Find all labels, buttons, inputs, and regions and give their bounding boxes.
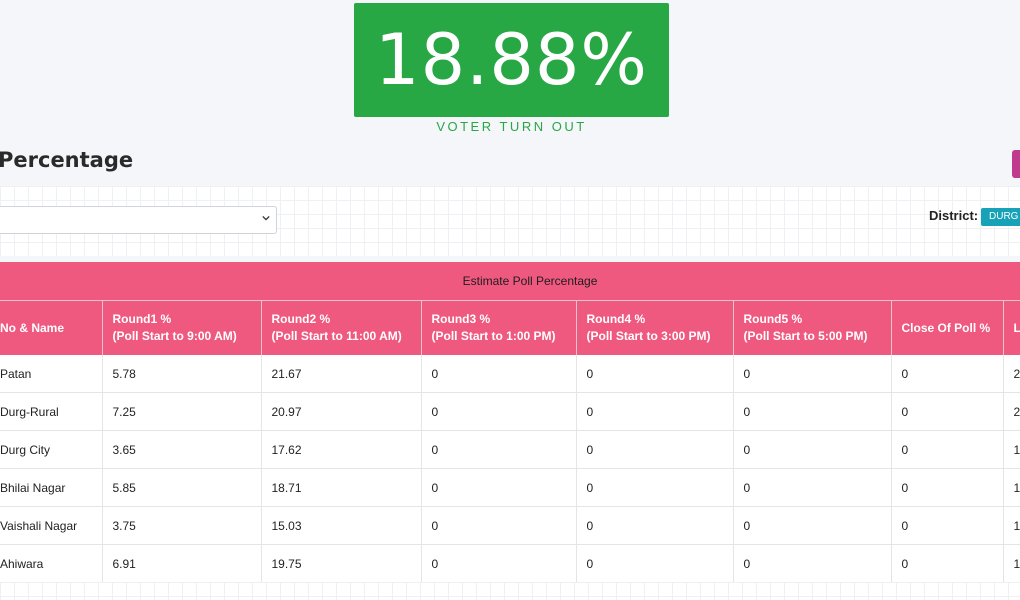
- table-caption: Estimate Poll Percentage: [0, 262, 1020, 301]
- turnout-value: 18.88%: [375, 19, 648, 101]
- district-label: District:: [929, 208, 979, 223]
- column-header-subtitle: (Poll Start to 1:00 PM): [431, 329, 556, 343]
- table-body: Patan 5.78 21.67 0 0 0 0 2 Durg-Rural 7.25 20.97 0 0…: [0, 355, 1020, 582]
- constituency-name-cell: Vaishali Nagar: [0, 506, 103, 545]
- column-header-title: Round4 %: [586, 312, 646, 326]
- table-cell: 5.78: [102, 355, 262, 393]
- table-cell: 0: [733, 355, 892, 393]
- table-cell: 7.25: [102, 392, 262, 431]
- column-header: Close Of Poll %: [891, 300, 1004, 355]
- voter-turnout-card: 18.88%: [354, 3, 669, 117]
- column-header: Round3 % (Poll Start to 1:00 PM): [421, 300, 577, 355]
- table-row: Durg City 3.65 17.62 0 0 0 0 1: [0, 430, 1020, 469]
- column-header-title: Round5 %: [743, 312, 803, 326]
- column-header-title: L: [1013, 320, 1020, 335]
- table-cell: 0: [733, 506, 892, 545]
- table-cell: 0: [891, 468, 1004, 507]
- constituency-name-cell: Bhilai Nagar: [0, 468, 103, 507]
- column-header-title: Round2 %: [271, 312, 331, 326]
- column-header: L: [1003, 300, 1020, 355]
- column-header: Round1 % (Poll Start to 9:00 AM): [102, 300, 262, 355]
- table-cell: 0: [891, 392, 1004, 431]
- section-title: Percentage: [0, 148, 134, 172]
- table-cell: 18.71: [261, 468, 422, 507]
- column-header-subtitle: (Poll Start to 5:00 PM): [743, 329, 868, 343]
- table-cell: 0: [733, 392, 892, 431]
- turnout-label: VOTER TURN OUT: [436, 119, 587, 134]
- export-button[interactable]: [1012, 150, 1020, 178]
- table-cell: 0: [891, 544, 1004, 582]
- table-cell: 2: [1003, 392, 1020, 431]
- table-cell: 21.67: [261, 355, 422, 393]
- column-header-title: Close Of Poll %: [901, 320, 991, 335]
- page-footer-band: [0, 582, 1020, 600]
- table-cell: 1: [1003, 506, 1020, 545]
- constituency-name-cell: Patan: [0, 355, 103, 393]
- table-cell: 0: [576, 430, 734, 469]
- table-cell: 6.91: [102, 544, 262, 582]
- constituency-name-cell: Durg City: [0, 430, 103, 469]
- column-header-title: No & Name: [0, 320, 65, 335]
- table-cell: 0: [421, 430, 577, 469]
- table-cell: 0: [576, 544, 734, 582]
- table-cell: 0: [891, 506, 1004, 545]
- table-cell: 0: [891, 355, 1004, 393]
- table-cell: 0: [421, 392, 577, 431]
- table-cell: 1: [1003, 430, 1020, 469]
- table-cell: 1: [1003, 468, 1020, 507]
- table-cell: 0: [421, 544, 577, 582]
- table-row: Ahiwara 6.91 19.75 0 0 0 0 1: [0, 544, 1020, 582]
- column-header-title: Round1 %: [112, 312, 172, 326]
- table-cell: 0: [576, 392, 734, 431]
- table-header-row: No & Name Round1 % (Poll Start to 9:00 AM)…: [0, 300, 1020, 355]
- table-cell: 17.62: [261, 430, 422, 469]
- table-row: Patan 5.78 21.67 0 0 0 0 2: [0, 355, 1020, 393]
- constituency-name-cell: Durg-Rural: [0, 392, 103, 431]
- table-cell: 0: [576, 355, 734, 393]
- table-cell: 3.75: [102, 506, 262, 545]
- column-header-title: Round3 %: [431, 312, 491, 326]
- poll-table-wrapper: Estimate Poll Percentage No & Name Round1…: [0, 262, 1020, 582]
- table-cell: 0: [421, 506, 577, 545]
- column-header: Round2 % (Poll Start to 11:00 AM): [261, 300, 422, 355]
- column-header-subtitle: (Poll Start to 3:00 PM): [586, 329, 711, 343]
- table-cell: 2: [1003, 355, 1020, 393]
- table-cell: 0: [733, 468, 892, 507]
- page: 18.88% VOTER TURN OUT Percentage Distric…: [0, 0, 1020, 600]
- column-header-subtitle: (Poll Start to 11:00 AM): [271, 329, 402, 343]
- poll-percentage-table: Estimate Poll Percentage No & Name Round1…: [0, 262, 1020, 582]
- table-cell: 0: [891, 430, 1004, 469]
- table-cell: 1: [1003, 544, 1020, 582]
- table-cell: 5.85: [102, 468, 262, 507]
- table-cell: 19.75: [261, 544, 422, 582]
- table-cell: 0: [733, 544, 892, 582]
- assembly-select[interactable]: [0, 206, 277, 234]
- column-header: Round5 % (Poll Start to 5:00 PM): [733, 300, 892, 355]
- table-cell: 3.65: [102, 430, 262, 469]
- table-cell: 0: [421, 468, 577, 507]
- constituency-name-cell: Ahiwara: [0, 544, 103, 582]
- table-caption-row: Estimate Poll Percentage: [0, 262, 1020, 301]
- table-row: Durg-Rural 7.25 20.97 0 0 0 0 2: [0, 392, 1020, 431]
- column-header: Round4 % (Poll Start to 3:00 PM): [576, 300, 734, 355]
- table-cell: 0: [576, 506, 734, 545]
- table-cell: 20.97: [261, 392, 422, 431]
- table-row: Vaishali Nagar 3.75 15.03 0 0 0 0 1: [0, 506, 1020, 545]
- chevron-down-icon: [262, 215, 270, 221]
- column-header: No & Name: [0, 300, 103, 355]
- table-row: Bhilai Nagar 5.85 18.71 0 0 0 0 1: [0, 468, 1020, 507]
- column-header-subtitle: (Poll Start to 9:00 AM): [112, 329, 237, 343]
- table-cell: 15.03: [261, 506, 422, 545]
- table-cell: 0: [733, 430, 892, 469]
- table-cell: 0: [576, 468, 734, 507]
- district-badge: DURG: [981, 208, 1020, 226]
- table-cell: 0: [421, 355, 577, 393]
